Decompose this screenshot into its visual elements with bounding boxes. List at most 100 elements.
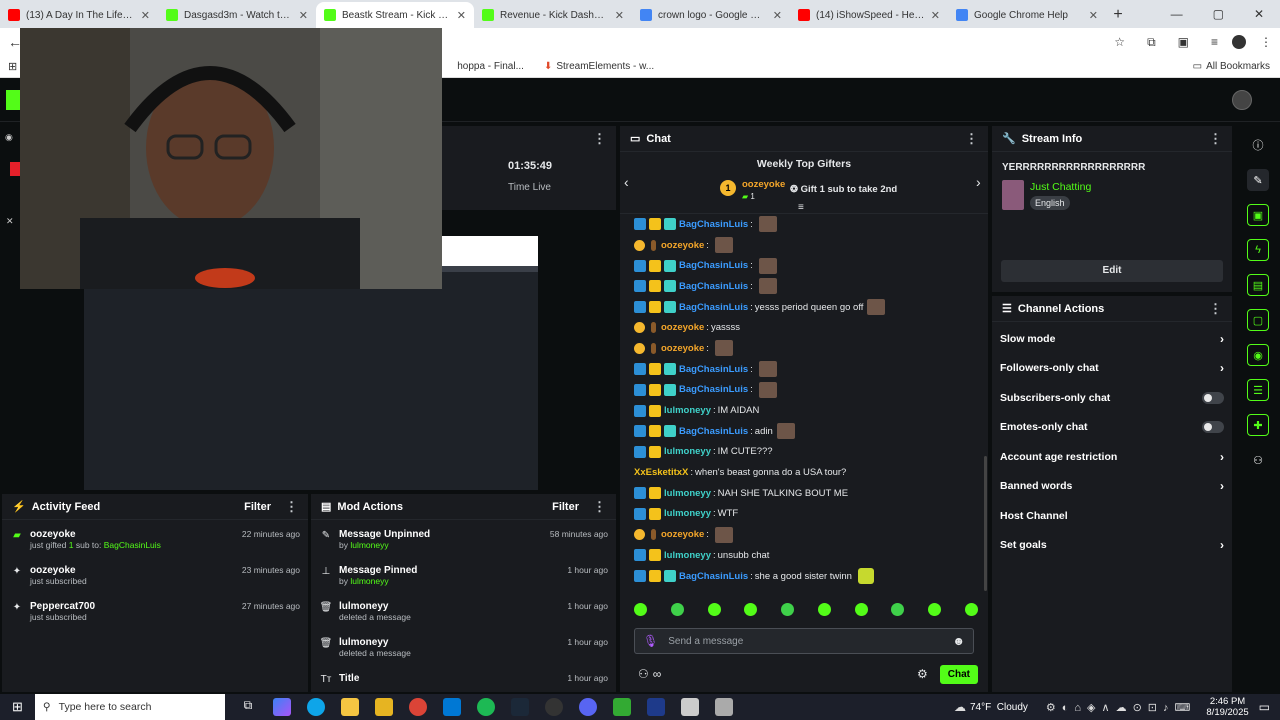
channel-action-set-goals[interactable]: Set goals ›	[992, 531, 1232, 561]
new-tab-button[interactable]: +	[1106, 2, 1130, 28]
toggle-switch[interactable]	[1202, 421, 1224, 434]
app-icon[interactable]	[680, 698, 699, 716]
layout-icon[interactable]: ☰	[1247, 379, 1269, 401]
chat-username[interactable]: BagChasinLuis	[679, 302, 748, 313]
filter-button[interactable]: Filter	[244, 501, 271, 513]
category-name[interactable]: Just Chatting	[1030, 181, 1091, 193]
chat-username[interactable]: lulmoneyy	[664, 405, 711, 416]
extensions-icon[interactable]: ⧉	[1147, 35, 1156, 50]
chat-username[interactable]: BagChasinLuis	[679, 281, 748, 292]
chat-username[interactable]: BagChasinLuis	[679, 571, 748, 582]
channel-action-slow-mode[interactable]: Slow mode ›	[992, 324, 1232, 354]
discord-icon[interactable]	[578, 698, 597, 716]
app-icon[interactable]	[714, 698, 733, 716]
tab-close-icon[interactable]: ✕	[773, 9, 782, 22]
users-icon[interactable]: ⚇	[638, 667, 649, 681]
gift-hint[interactable]: ❂ Gift 1 sub to take 2nd	[790, 184, 897, 195]
gift-recipient[interactable]: BagChasinLuis	[104, 540, 161, 550]
app-icon[interactable]	[612, 698, 631, 716]
chat-username[interactable]: oozeyoke	[661, 240, 704, 251]
chat-scrollbar[interactable]	[984, 456, 987, 591]
close-icon[interactable]: ✕	[6, 216, 14, 227]
tab-close-icon[interactable]: ✕	[141, 9, 150, 22]
chat-username[interactable]: oozeyoke	[661, 343, 704, 354]
tab-close-icon[interactable]: ✕	[931, 9, 940, 22]
chat-username[interactable]: lulmoneyy	[664, 488, 711, 499]
browser-tab[interactable]: Google Chrome Help ✕	[948, 2, 1106, 28]
vpn-icon[interactable]	[646, 698, 665, 716]
steam-icon[interactable]	[510, 698, 529, 716]
copilot-icon[interactable]	[272, 698, 291, 716]
kebab-icon[interactable]: ⋮	[1209, 301, 1222, 317]
tray-icons[interactable]: ⚙◐⌂◈∧☁⊙⊡♪⌨	[1046, 701, 1196, 714]
obs-icon[interactable]	[544, 698, 563, 716]
tab-close-icon[interactable]: ✕	[457, 9, 466, 22]
taskbar-search[interactable]: ⚲ Type here to search	[34, 694, 225, 720]
browser-tab[interactable]: Revenue - Kick Dashboard ✕	[474, 2, 632, 28]
task-view-icon[interactable]: ⧉	[239, 698, 257, 716]
bookmark-item[interactable]: hoppa - Final...	[447, 61, 534, 72]
mod-action-user[interactable]: lulmoneyy	[350, 540, 388, 550]
chat-username[interactable]: oozeyoke	[661, 529, 704, 540]
kick-emote-icon[interactable]	[928, 603, 942, 616]
clock[interactable]: 2:46 PM 8/19/2025	[1206, 696, 1248, 718]
toggle-switch[interactable]	[1202, 391, 1224, 404]
kick-emote-icon[interactable]	[670, 603, 684, 616]
kick-logo[interactable]	[6, 90, 20, 110]
document-icon[interactable]: ▤	[1247, 274, 1269, 296]
channel-action-banned-words[interactable]: Banned words ›	[992, 472, 1232, 502]
maximize-icon[interactable]: ▢	[1213, 7, 1224, 21]
settings-icon[interactable]: ⚙	[917, 667, 928, 681]
kebab-icon[interactable]: ⋮	[285, 499, 298, 515]
kick-emote-icon[interactable]	[854, 603, 868, 616]
bookmark-item[interactable]: ⬇ StreamElements - w...	[534, 61, 664, 72]
kebab-icon[interactable]: ⋮	[593, 131, 606, 147]
spotify-icon[interactable]	[476, 698, 495, 716]
emoji-icon[interactable]: ☻	[952, 634, 965, 648]
kebab-icon[interactable]: ⋮	[965, 131, 978, 147]
send-chat-button[interactable]: Chat	[939, 664, 978, 684]
broadcast-icon[interactable]: ◉	[5, 132, 13, 143]
lightning-icon[interactable]: ϟ	[1247, 239, 1269, 261]
broadcast-icon[interactable]: ◉	[1247, 344, 1269, 366]
chat-username[interactable]: lulmoneyy	[664, 550, 711, 561]
file-explorer-icon[interactable]	[340, 698, 359, 716]
kebab-icon[interactable]: ⋮	[593, 499, 606, 515]
menu-icon[interactable]: ⋮	[1260, 35, 1272, 49]
browser-tab[interactable]: (14) iShowSpeed - Headshot / ✕	[790, 2, 948, 28]
bookmark-star-icon[interactable]: ☆	[1114, 35, 1125, 49]
kick-emote-icon[interactable]	[781, 603, 795, 616]
profile-avatar[interactable]	[1232, 35, 1246, 49]
chat-username[interactable]: lulmoneyy	[664, 446, 711, 457]
windows-start-icon[interactable]: ⊞	[12, 699, 23, 715]
kick-emote-icon[interactable]	[744, 603, 758, 616]
category-thumbnail[interactable]	[1002, 180, 1024, 210]
chrome-icon[interactable]	[408, 698, 427, 716]
kebab-icon[interactable]: ⋮	[1209, 131, 1222, 147]
chat-username[interactable]: BagChasinLuis	[679, 426, 748, 437]
chat-username[interactable]: BagChasinLuis	[679, 364, 748, 375]
notification-icon[interactable]: ▭	[1259, 700, 1270, 714]
chat-username[interactable]: BagChasinLuis	[679, 384, 748, 395]
browser-tab[interactable]: Dasgasd3m - Watch the VOD o ✕	[158, 2, 316, 28]
tab-close-icon[interactable]: ✕	[615, 9, 624, 22]
info-icon[interactable]: ⓘ	[1247, 134, 1269, 156]
chat-username[interactable]: BagChasinLuis	[679, 219, 748, 230]
channel-action-host-channel[interactable]: Host Channel	[992, 501, 1232, 531]
chat-username[interactable]: oozeyoke	[661, 322, 704, 333]
kick-emote-icon[interactable]	[817, 603, 831, 616]
kick-emote-icon[interactable]	[964, 603, 978, 616]
channel-action-account-age-restriction[interactable]: Account age restriction ›	[992, 442, 1232, 472]
wrench-icon[interactable]: ✚	[1247, 414, 1269, 436]
media-icon[interactable]: ≡	[1211, 35, 1218, 49]
chat-input[interactable]: 🎙 Send a message ☻	[634, 628, 974, 654]
pencil-icon[interactable]: ✎	[1247, 169, 1269, 191]
browser-tab[interactable]: Beastk Stream - Kick Dashboar ✕	[316, 2, 474, 28]
weather-text[interactable]: 74°F Cloudy	[970, 702, 1028, 713]
all-bookmarks[interactable]: ▭ All Bookmarks	[1183, 61, 1280, 72]
minimize-icon[interactable]: —	[1171, 7, 1183, 21]
infinity-icon[interactable]: ∞	[653, 667, 662, 681]
channel-action-emotes-only-chat[interactable]: Emotes-only chat	[992, 413, 1232, 443]
browser-tab[interactable]: (13) A Day In The Life With Da ✕	[0, 2, 158, 28]
chat-username[interactable]: XxEsketitxX	[634, 467, 688, 478]
